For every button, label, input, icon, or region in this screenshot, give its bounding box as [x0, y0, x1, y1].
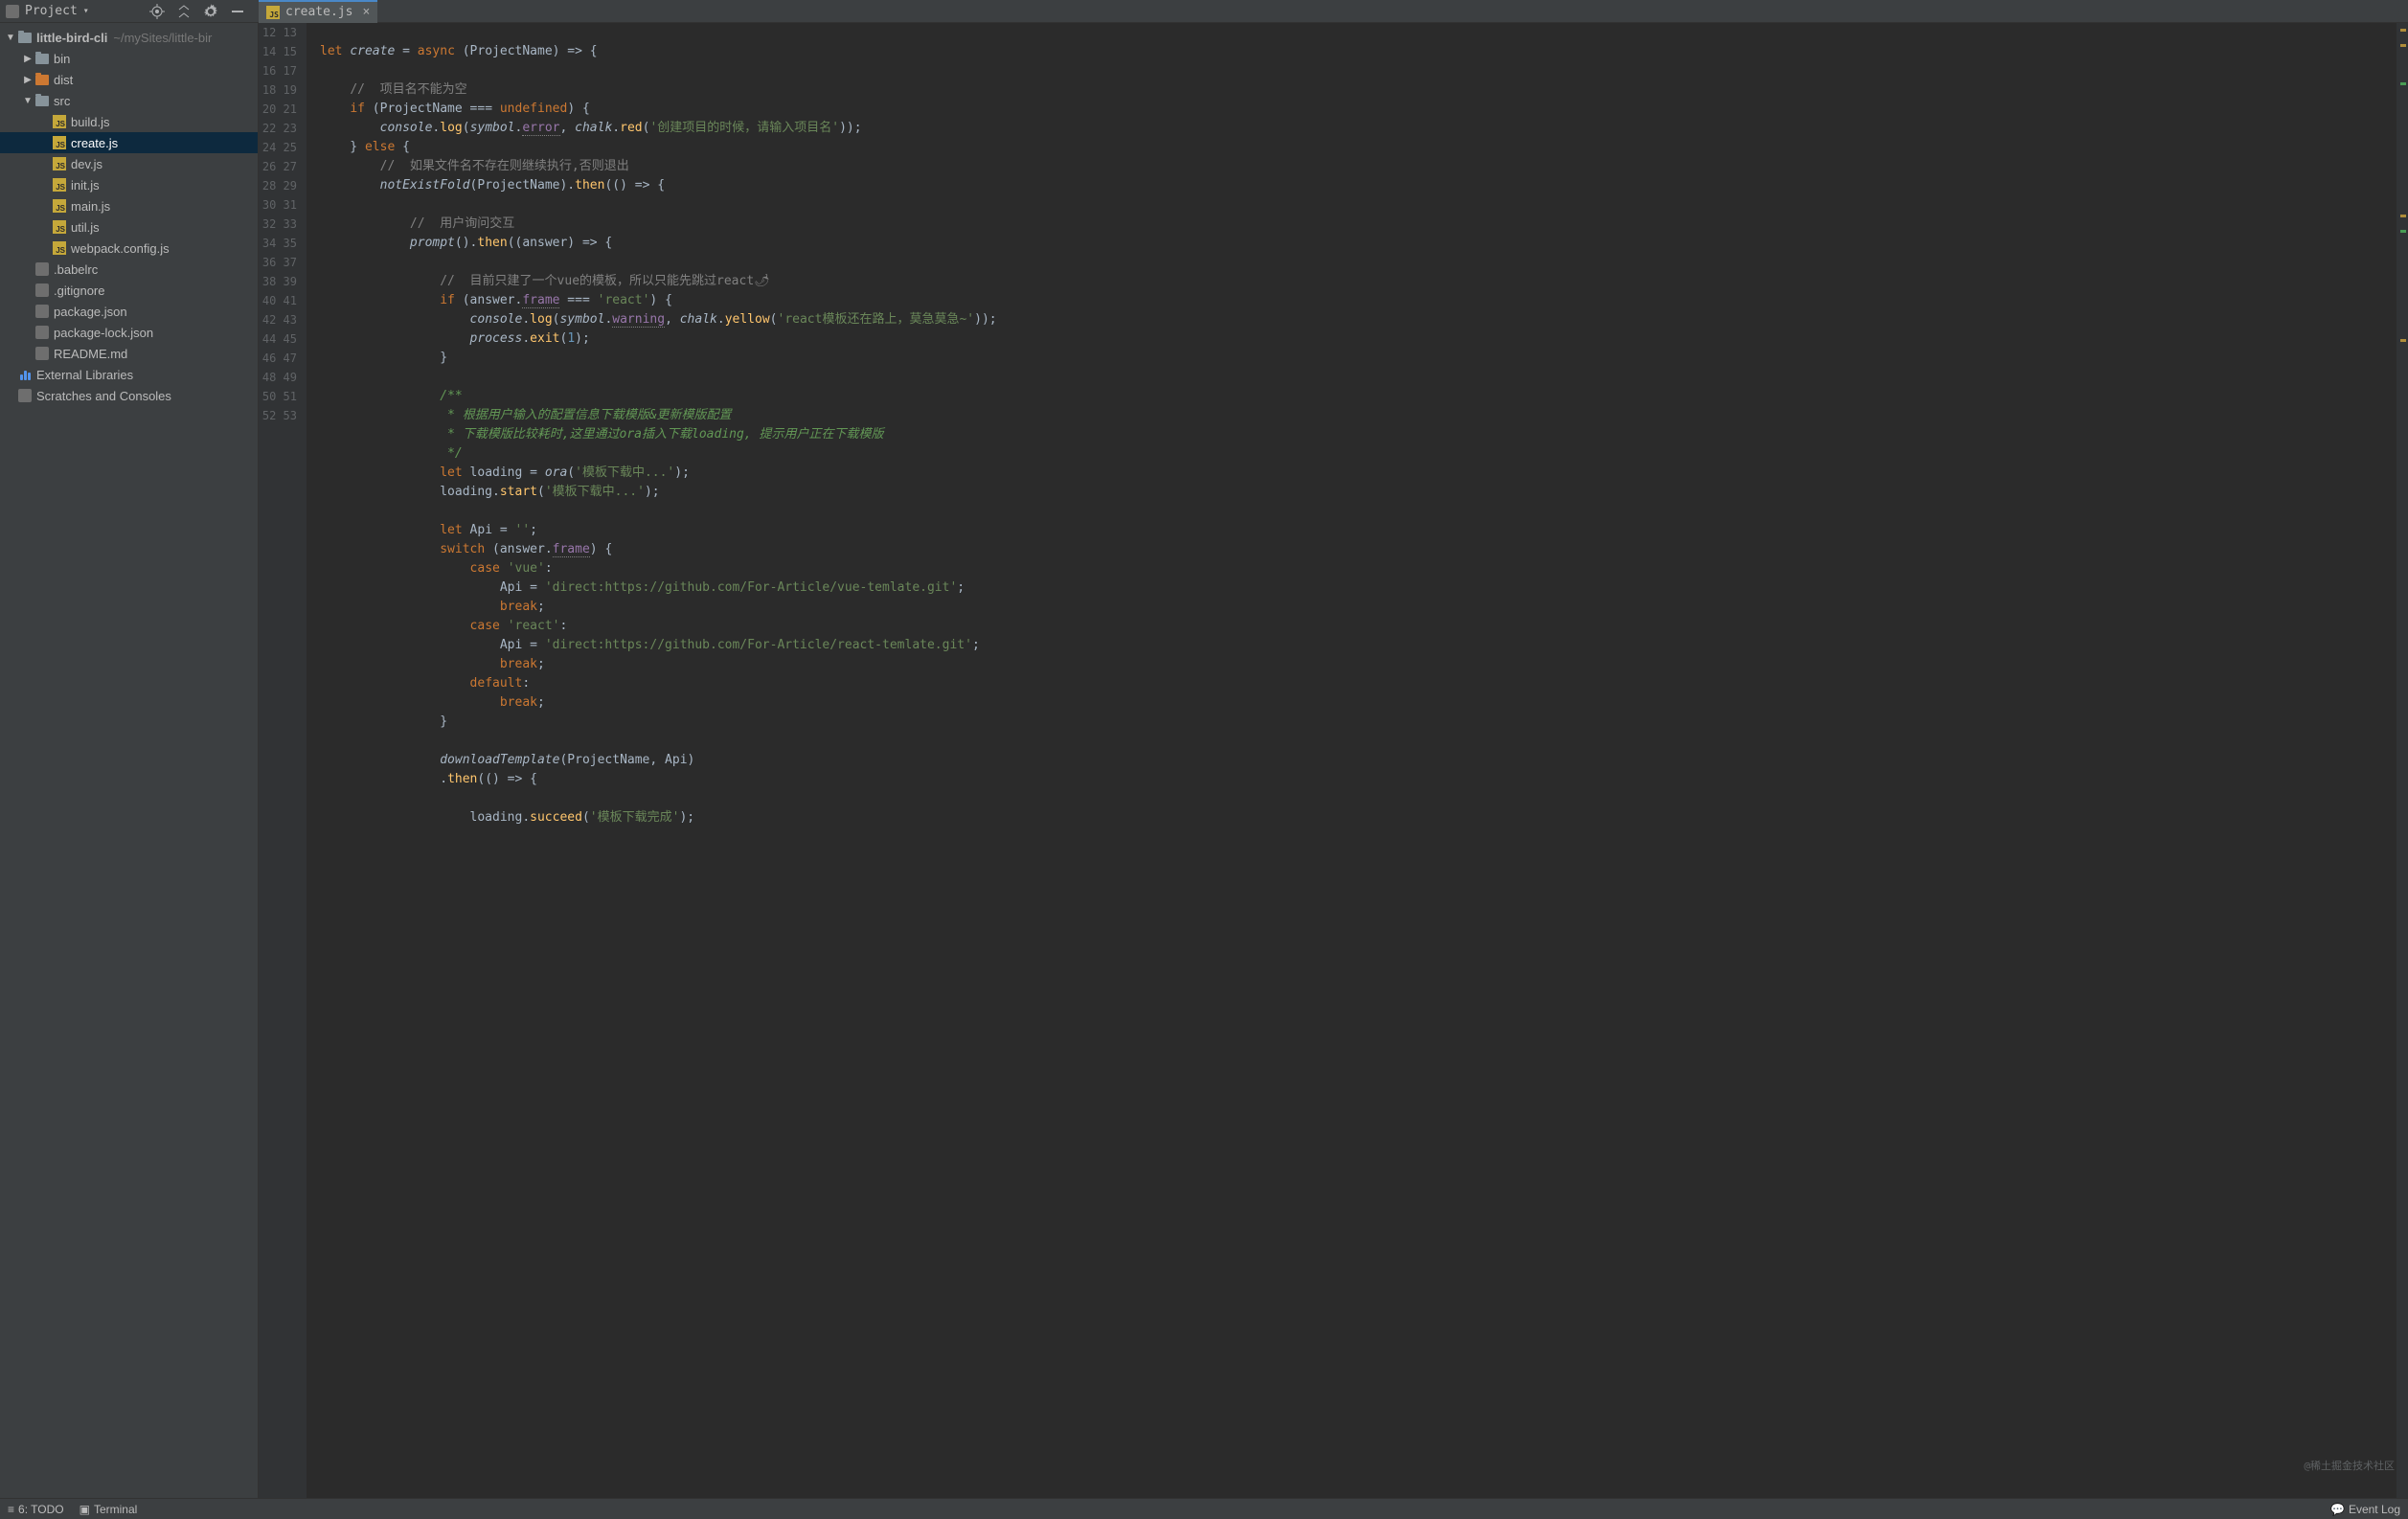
- marks: [2398, 23, 2406, 1498]
- code-content[interactable]: let create = async (ProjectName) => { //…: [307, 23, 2397, 1498]
- main-area: ▼ little-bird-cli ~/mySites/little-bir ▶ bin…: [0, 23, 2408, 1498]
- status-bar: ≡ 6: TODO ▣ Terminal 💬 Event Log: [0, 1498, 2408, 1519]
- tree-item-label: dist: [54, 73, 73, 87]
- top-toolbar: Project ▾ JS create.js ×: [0, 0, 2408, 23]
- collapse-all-icon[interactable]: [176, 4, 192, 19]
- tree-item-Scratches-and-Consoles[interactable]: ▶Scratches and Consoles: [0, 385, 258, 406]
- chevron-down-icon: ▼: [4, 33, 17, 43]
- tree-item-src[interactable]: ▼ src: [0, 90, 258, 111]
- speech-icon: 💬: [2330, 1503, 2345, 1516]
- tree-item-label: build.js: [71, 115, 109, 129]
- dropdown-arrow-icon: ▾: [83, 6, 89, 16]
- line-gutter: 12 13 14 15 16 17 18 19 20 21 22 23 24 2…: [259, 23, 307, 1498]
- tree-item-label: Scratches and Consoles: [36, 389, 171, 403]
- settings-gear-icon[interactable]: [203, 4, 218, 19]
- tree-item-package-lock-json[interactable]: ▶package-lock.json: [0, 322, 258, 343]
- event-log-button[interactable]: 💬 Event Log: [2330, 1503, 2400, 1516]
- editor-tabs: JS create.js ×: [259, 0, 377, 23]
- tree-item-External-Libraries[interactable]: ▶External Libraries: [0, 364, 258, 385]
- tree-item-label: README.md: [54, 347, 127, 361]
- terminal-icon: ▣: [80, 1503, 90, 1516]
- tree-item-label: init.js: [71, 178, 100, 193]
- tree-item-webpack-config-js[interactable]: ▶JSwebpack.config.js: [0, 238, 258, 259]
- chevron-down-icon: ▼: [21, 96, 34, 106]
- chevron-right-icon: ▶: [21, 75, 34, 85]
- tree-item-create-js[interactable]: ▶JScreate.js: [0, 132, 258, 153]
- tree-item-README-md[interactable]: ▶README.md: [0, 343, 258, 364]
- project-tree[interactable]: ▼ little-bird-cli ~/mySites/little-bir ▶ bin…: [0, 23, 259, 1498]
- tree-item-dev-js[interactable]: ▶JSdev.js: [0, 153, 258, 174]
- tree-item--babelrc[interactable]: ▶.babelrc: [0, 259, 258, 280]
- tree-item-main-js[interactable]: ▶JSmain.js: [0, 195, 258, 216]
- project-label: Project: [25, 4, 78, 18]
- terminal-tool-button[interactable]: ▣ Terminal: [80, 1503, 138, 1516]
- tree-item-dist[interactable]: ▶ dist: [0, 69, 258, 90]
- tree-item-package-json[interactable]: ▶package.json: [0, 301, 258, 322]
- project-icon: [6, 5, 19, 18]
- tree-item-label: .gitignore: [54, 283, 104, 298]
- tree-root[interactable]: ▼ little-bird-cli ~/mySites/little-bir: [0, 27, 258, 48]
- tree-item-label: package.json: [54, 305, 127, 319]
- tree-root-path: ~/mySites/little-bir: [113, 31, 212, 45]
- tree-item-label: .babelrc: [54, 262, 98, 277]
- tree-item-label: util.js: [71, 220, 100, 235]
- tree-item-bin[interactable]: ▶ bin: [0, 48, 258, 69]
- chevron-right-icon: ▶: [21, 54, 34, 64]
- tree-item-label: src: [54, 94, 70, 108]
- tree-item-label: bin: [54, 52, 70, 66]
- list-icon: ≡: [8, 1503, 14, 1516]
- code-editor[interactable]: 12 13 14 15 16 17 18 19 20 21 22 23 24 2…: [259, 23, 2408, 1498]
- tree-item-init-js[interactable]: ▶JSinit.js: [0, 174, 258, 195]
- tree-item-label: create.js: [71, 136, 118, 150]
- hide-panel-icon[interactable]: [230, 4, 245, 19]
- tab-create-js[interactable]: JS create.js ×: [259, 0, 377, 23]
- project-panel-header[interactable]: Project ▾: [0, 4, 259, 19]
- js-file-icon: JS: [266, 6, 280, 19]
- locate-icon[interactable]: [149, 4, 165, 19]
- todo-tool-button[interactable]: ≡ 6: TODO: [8, 1503, 64, 1516]
- tree-item-build-js[interactable]: ▶JSbuild.js: [0, 111, 258, 132]
- tab-filename: create.js: [285, 5, 352, 19]
- watermark: @稀土掘金技术社区: [2304, 1458, 2395, 1473]
- tree-item--gitignore[interactable]: ▶.gitignore: [0, 280, 258, 301]
- tree-item-label: main.js: [71, 199, 110, 214]
- tree-root-name: little-bird-cli: [36, 31, 107, 45]
- tree-item-label: External Libraries: [36, 368, 133, 382]
- tree-item-label: webpack.config.js: [71, 241, 170, 256]
- tree-item-util-js[interactable]: ▶JSutil.js: [0, 216, 258, 238]
- tree-item-label: package-lock.json: [54, 326, 153, 340]
- close-tab-icon[interactable]: ×: [362, 5, 370, 19]
- tree-item-label: dev.js: [71, 157, 102, 171]
